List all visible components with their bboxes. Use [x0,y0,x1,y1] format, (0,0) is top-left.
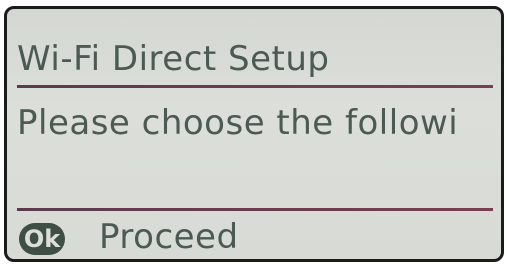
ok-button-icon[interactable]: Ok [19,223,65,255]
device-bezel: Wi-Fi Direct Setup Please choose the fol… [0,0,510,268]
screen-title: Wi-Fi Direct Setup [17,39,330,79]
lcd-screen: Wi-Fi Direct Setup Please choose the fol… [4,6,504,262]
footer-divider [17,208,493,211]
instruction-message: Please choose the followi [17,103,459,143]
proceed-label: Proceed [99,217,239,257]
title-divider [17,85,493,88]
